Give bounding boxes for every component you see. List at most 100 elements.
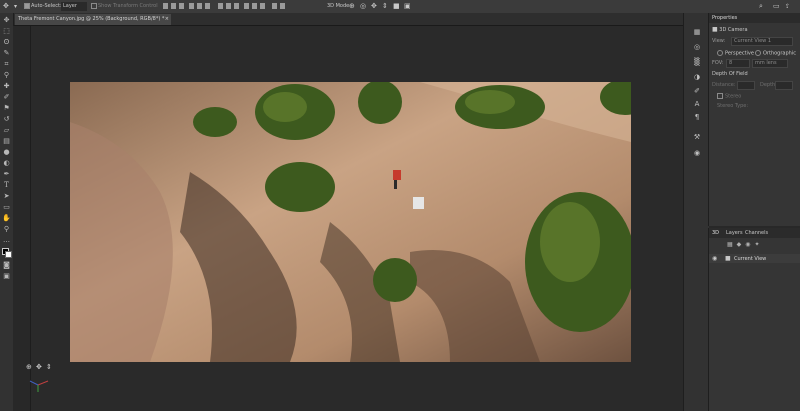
clone-stamp-tool-icon[interactable]: ⚑	[2, 104, 11, 113]
fov-input[interactable]: 8	[726, 59, 750, 68]
distribute-left-icon[interactable]	[244, 3, 249, 9]
filter-material-icon[interactable]: ◉	[745, 241, 754, 248]
share-icon[interactable]: ⇪	[785, 2, 790, 11]
auto-align-icon[interactable]	[272, 3, 277, 9]
canyon-photo[interactable]	[70, 82, 631, 362]
align-vertical-center-icon[interactable]	[171, 3, 176, 9]
align-horizontal-center-icon[interactable]	[197, 3, 202, 9]
camera-icon: ■	[725, 255, 731, 262]
slide-3d-icon[interactable]: ⇕	[382, 2, 388, 11]
auto-align-2-icon[interactable]	[280, 3, 285, 9]
distribute-top-icon[interactable]	[218, 3, 223, 9]
3d-axis-widget[interactable]: ⊕ ✥ ⇕	[26, 363, 56, 393]
marquee-tool-icon[interactable]: ⬚	[2, 27, 11, 36]
tool-preset-dropdown-icon[interactable]: ▾	[14, 2, 17, 11]
history-brush-tool-icon[interactable]: ↺	[2, 115, 11, 124]
3d-filter-icons[interactable]: ▦◆◉✦	[727, 241, 764, 248]
align-right-icon[interactable]	[205, 3, 210, 9]
distance-input[interactable]	[737, 81, 755, 90]
tab-3d[interactable]: 3D	[712, 228, 719, 238]
tool-presets-panel-icon[interactable]: ⚒	[692, 132, 702, 142]
swatches-panel-icon[interactable]: ▒	[692, 57, 702, 67]
show-transform-label: Show Transform Control	[98, 3, 158, 9]
tab-layers[interactable]: Layers	[726, 228, 743, 238]
history-panel-icon[interactable]: ▦	[692, 27, 702, 37]
close-tab-icon[interactable]: ×	[165, 14, 169, 25]
healing-tool-icon[interactable]: ✚	[2, 82, 11, 91]
gradient-tool-icon[interactable]: ▤	[2, 137, 11, 146]
dodge-tool-icon[interactable]: ◐	[2, 159, 11, 168]
document-tab-bar: Theta Fremont Canyon.jpg @ 25% (Backgrou…	[13, 13, 708, 26]
lasso-tool-icon[interactable]: ʘ	[2, 38, 11, 47]
crop-tool-icon[interactable]: ⌗	[2, 60, 11, 69]
eraser-tool-icon[interactable]: ▱	[2, 126, 11, 135]
orbit-3d-icon[interactable]: ⊕	[349, 2, 355, 11]
document-tab[interactable]: Theta Fremont Canyon.jpg @ 25% (Backgrou…	[15, 14, 171, 25]
pan-3d-icon[interactable]: ✥	[371, 2, 377, 11]
camera-3d-icon[interactable]: ▣	[404, 2, 411, 11]
3d-mode-label: 3D Mode:	[327, 3, 351, 9]
depth-input[interactable]	[775, 81, 793, 90]
properties-panel: Properties ■ 3D Camera View: Current Vie…	[708, 13, 800, 226]
view-label: View:	[712, 38, 726, 44]
stereo-checkbox[interactable]: Stereo	[717, 93, 741, 100]
perspective-option[interactable]: Perspective	[717, 50, 754, 57]
lens-dropdown[interactable]: mm lens	[752, 59, 788, 68]
scale-3d-icon[interactable]: ■	[393, 2, 400, 11]
panel-dock: ▦ ◎ ▒ ◑ ✐ A ¶ ⚒ ◉	[683, 13, 709, 411]
distribute-right-icon[interactable]	[260, 3, 265, 9]
workspace-icon[interactable]: ▭	[773, 2, 780, 11]
search-icon[interactable]: ⌕	[759, 2, 763, 11]
libraries-panel-icon[interactable]: ◉	[692, 148, 702, 158]
adjustments-panel-icon[interactable]: ◑	[692, 72, 702, 82]
roll-3d-icon[interactable]: ◎	[360, 2, 366, 11]
paragraph-panel-icon[interactable]: ¶	[692, 112, 702, 122]
brush-settings-panel-icon[interactable]: ✐	[692, 86, 702, 96]
pan-axis-icon[interactable]: ✥	[36, 363, 42, 371]
dolly-axis-icon[interactable]: ⇕	[46, 363, 52, 371]
more-tools-icon[interactable]: …	[2, 236, 11, 245]
color-swatches-icon[interactable]	[2, 248, 12, 258]
quick-mask-icon[interactable]: ◙	[2, 261, 11, 270]
list-item[interactable]: ◉ ■ Current View	[709, 254, 800, 263]
move-tool-icon[interactable]: ✥	[2, 16, 11, 25]
pen-tool-icon[interactable]: ✒	[2, 170, 11, 179]
distribute-center-icon[interactable]	[226, 3, 231, 9]
eye-icon[interactable]: ◉	[712, 255, 717, 262]
filter-scene-icon[interactable]: ▦	[727, 241, 737, 248]
camera-icon: ■	[712, 26, 718, 33]
rectangle-tool-icon[interactable]: ▭	[2, 203, 11, 212]
align-top-icon[interactable]	[163, 3, 168, 9]
eyedropper-tool-icon[interactable]: ⚲	[2, 71, 11, 80]
canyon-photo-image	[70, 82, 631, 362]
filter-mesh-icon[interactable]: ◆	[737, 241, 746, 248]
document-tab-title: Theta Fremont Canyon.jpg @ 25% (Backgrou…	[18, 16, 165, 22]
filter-light-icon[interactable]: ✦	[755, 241, 764, 248]
align-left-icon[interactable]	[189, 3, 194, 9]
move-tool-preset-icon[interactable]: ✥	[3, 2, 9, 11]
blur-tool-icon[interactable]: ●	[2, 148, 11, 157]
brush-tool-icon[interactable]: ✐	[2, 93, 11, 102]
distribute-bottom-icon[interactable]	[234, 3, 239, 9]
view-dropdown[interactable]: Current View 1	[731, 37, 793, 46]
path-select-tool-icon[interactable]: ➤	[2, 192, 11, 201]
tab-channels[interactable]: Channels	[745, 228, 768, 238]
screen-mode-icon[interactable]: ▣	[2, 272, 11, 281]
align-bottom-icon[interactable]	[179, 3, 184, 9]
dof-label: Depth Of Field	[712, 71, 748, 77]
orthographic-option[interactable]: Orthographic	[755, 50, 796, 57]
distribute-hcenter-icon[interactable]	[252, 3, 257, 9]
stereo-type-label: Stereo Type:	[717, 103, 749, 109]
quick-select-tool-icon[interactable]: ✎	[2, 49, 11, 58]
character-panel-icon[interactable]: A	[692, 99, 702, 109]
type-tool-icon[interactable]: T	[2, 181, 11, 190]
orthographic-label: Orthographic	[763, 50, 796, 57]
color-panel-icon[interactable]: ◎	[692, 42, 702, 52]
orbit-axis-icon[interactable]: ⊕	[26, 363, 32, 371]
current-view-label: Current View	[734, 256, 767, 262]
auto-select-dropdown[interactable]: Layer	[61, 2, 87, 11]
options-bar: ✥ ▾ Auto-Select: Layer Show Transform Co…	[0, 0, 800, 14]
hand-tool-icon[interactable]: ✋	[2, 214, 11, 223]
panel-tabs: 3D Layers Channels	[709, 228, 800, 238]
zoom-tool-icon[interactable]: ⚲	[2, 225, 11, 234]
